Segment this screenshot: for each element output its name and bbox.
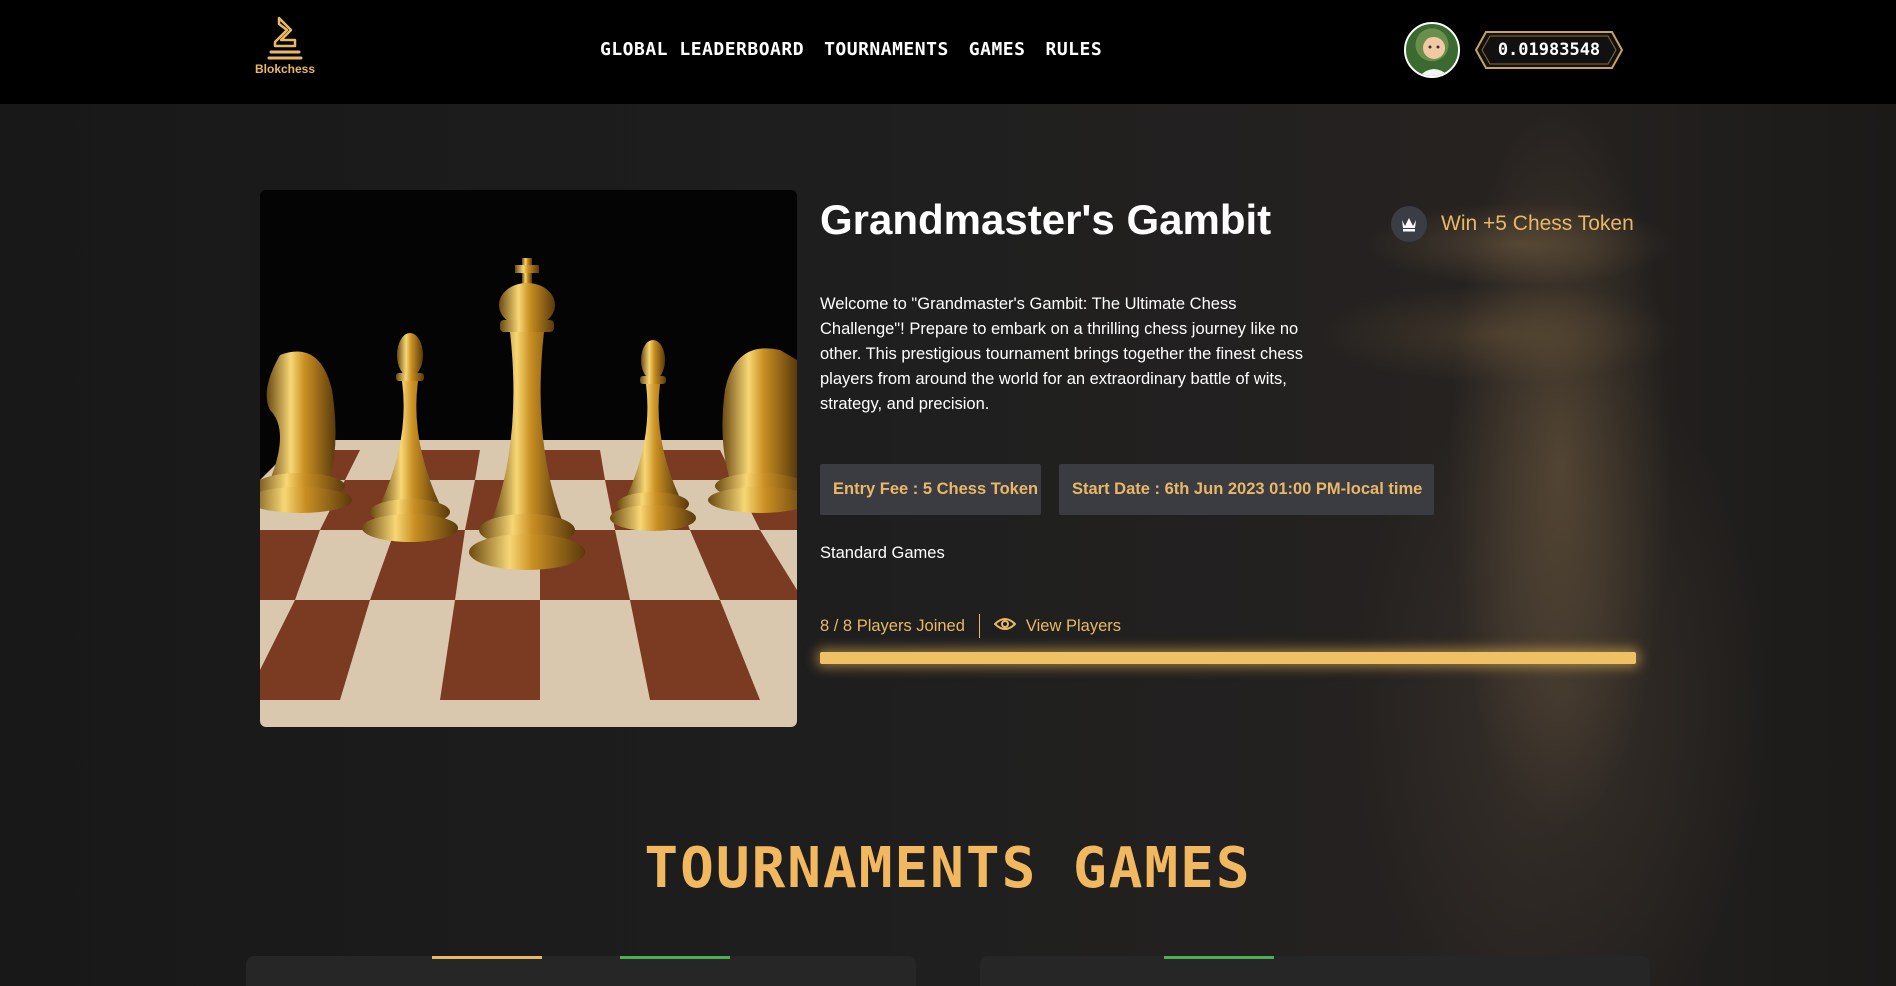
players-progress-fill [820, 652, 1636, 664]
avatar-image [1419, 37, 1449, 76]
players-progress-bar [820, 652, 1636, 664]
players-row: 8 / 8 Players Joined View Players [820, 614, 1121, 638]
tournament-game-card[interactable] [246, 956, 916, 986]
card-tab-indicator [1164, 956, 1274, 959]
players-joined: 8 / 8 Players Joined [820, 616, 965, 635]
brand-logo[interactable]: Blokchess [250, 16, 320, 84]
wallet-balance[interactable]: 0.01983548 [1474, 30, 1624, 70]
section-title: Tournaments Games [644, 836, 1252, 901]
balance-value: 0.01983548 [1497, 40, 1601, 60]
reward-badge: Win +5 Chess Token [1391, 206, 1634, 242]
brand-name: Blokchess [254, 62, 316, 76]
nav-rules[interactable]: Rules [1045, 36, 1102, 64]
chess-pieces-illustration [260, 190, 797, 727]
queen-icon [1391, 206, 1427, 242]
game-type: Standard Games [820, 544, 945, 562]
tournament-image [260, 190, 797, 727]
card-tab-indicator [432, 956, 542, 959]
navbar: Blokchess Global Leaderboard Tournaments… [0, 0, 1896, 104]
nav-global-leaderboard[interactable]: Global Leaderboard [600, 36, 804, 64]
reward-text: Win +5 Chess Token [1441, 212, 1634, 235]
tournament-description: Welcome to "Grandmaster's Gambit: The Ul… [820, 295, 1304, 413]
view-players-link[interactable]: View Players [993, 616, 1121, 637]
blokchess-logo-icon [267, 16, 303, 60]
tournament-title: Grandmaster's Gambit [820, 196, 1272, 243]
nav-tournaments[interactable]: Tournaments [824, 36, 949, 64]
start-date-chip: Start Date : 6th Jun 2023 01:00 PM-local… [1059, 464, 1434, 515]
entry-fee-chip: Entry Fee : 5 Chess Token [820, 464, 1041, 515]
nav-games[interactable]: Games [969, 36, 1026, 64]
card-tab-indicator [620, 956, 730, 959]
tournament-game-card[interactable] [980, 956, 1650, 986]
main-nav: Global Leaderboard Tournaments Games Rul… [600, 36, 1102, 64]
view-players-label: View Players [1025, 616, 1121, 635]
eye-icon [993, 616, 1017, 637]
divider [978, 614, 980, 638]
user-avatar[interactable] [1404, 22, 1460, 78]
